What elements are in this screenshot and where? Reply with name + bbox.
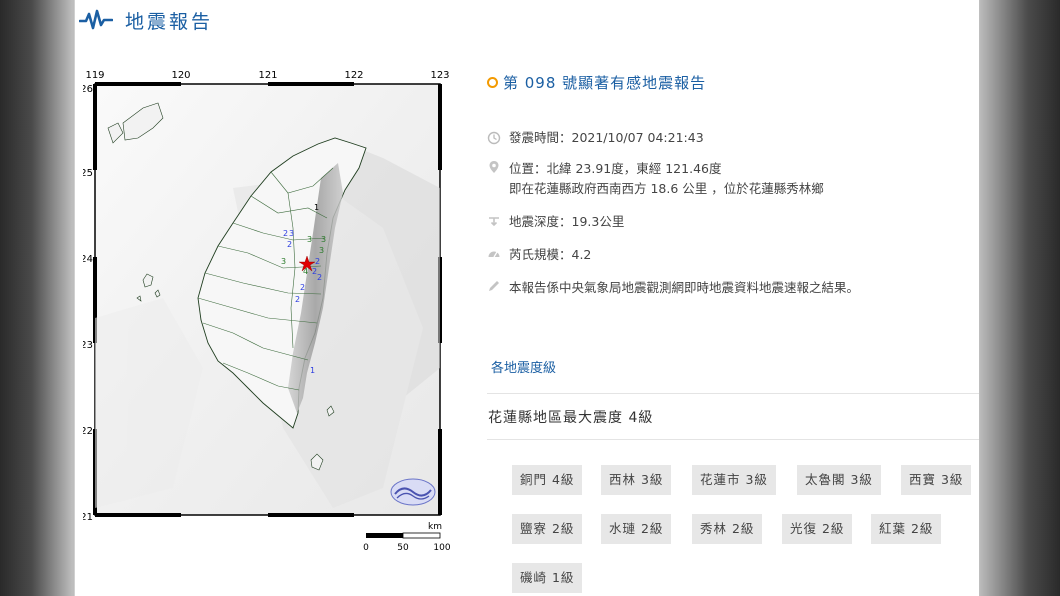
station-tag: 鹽寮 2級	[512, 514, 583, 544]
svg-text:22: 22	[83, 426, 93, 437]
station-tag: 水璉 2級	[601, 514, 672, 544]
report-panel: 第 098 號顯著有感地震報告 發震時間：2021/10/07 04:21:43…	[487, 70, 987, 593]
ring-icon	[487, 76, 498, 88]
magnitude-text: 芮氏規模：4.2	[509, 247, 592, 262]
station-tag: 西林 3級	[601, 465, 672, 495]
station-tag: 秀林 2級	[692, 514, 763, 544]
svg-text:121: 121	[258, 70, 277, 81]
svg-text:21: 21	[83, 512, 93, 523]
station-tag: 紅葉 2級	[871, 514, 942, 544]
svg-text:122: 122	[344, 70, 363, 81]
scale-bar: km 0 50 100	[363, 522, 451, 553]
intensity-marker: 2	[315, 257, 320, 266]
intensity-marker: 3	[307, 235, 312, 244]
intensity-marker: 1	[310, 366, 315, 375]
clock-icon	[487, 131, 501, 145]
earthquake-map[interactable]: 1 2 3 3 3 2 3 2 2 3 2 2 2 1 4 119 120 12…	[83, 68, 459, 558]
station-tag: 光復 2級	[782, 514, 853, 544]
intensity-marker: 3	[281, 257, 286, 266]
report-info: 發震時間：2021/10/07 04:21:43 位置：北緯 23.91度，東經…	[487, 130, 987, 298]
svg-text:50: 50	[397, 543, 409, 553]
page-header: 地震報告	[75, 0, 213, 40]
report-title: 第 098 號顯著有感地震報告	[487, 70, 987, 94]
note-text: 本報告係中央氣象局地震觀測網即時地震資料地震速報之結果。	[509, 280, 860, 295]
svg-text:24: 24	[83, 254, 93, 265]
svg-text:26: 26	[83, 84, 93, 95]
divider	[487, 393, 979, 394]
note-row: 本報告係中央氣象局地震觀測網即時地震資料地震速報之結果。	[487, 278, 987, 298]
depth-icon	[489, 217, 499, 227]
intensity-marker: 2	[317, 273, 322, 282]
magnitude-row: 芮氏規模：4.2	[487, 245, 987, 265]
seismograph-icon	[79, 9, 113, 30]
svg-text:25: 25	[83, 168, 93, 179]
depth-text: 地震深度：19.3公里	[509, 214, 625, 229]
report-page: 地震報告 1 2 3 3 3 2 3 2 2 3 2 2 2 1 4 119 1…	[75, 0, 979, 596]
location-line1: 位置：北緯 23.91度，東經 121.46度	[509, 161, 722, 176]
time-text: 發震時間：2021/10/07 04:21:43	[509, 130, 704, 145]
svg-text:123: 123	[430, 70, 449, 81]
svg-text:100: 100	[433, 543, 450, 553]
station-tag: 銅門 4級	[512, 465, 583, 495]
intensity-marker: 3	[289, 229, 294, 238]
station-tag: 西寶 3級	[901, 465, 972, 495]
intensity-marker: 2	[283, 229, 288, 238]
latitude-labels: 26 25 24 23 22 21	[83, 84, 93, 523]
report-title-text: 第 098 號顯著有感地震報告	[503, 73, 707, 92]
max-intensity-text: 花蓮縣地區最大震度 4級	[488, 410, 654, 426]
pen-icon	[489, 281, 499, 291]
cwb-logo	[390, 478, 436, 506]
depth-row: 地震深度：19.3公里	[487, 212, 987, 232]
location-line2: 即在花蓮縣政府西南西方 18.6 公里 ，位於花蓮縣秀林鄉	[509, 181, 824, 196]
svg-text:120: 120	[171, 70, 190, 81]
intensity-marker: 2	[300, 283, 305, 292]
svg-text:0: 0	[363, 543, 369, 553]
station-tag: 磯崎 1級	[512, 563, 583, 593]
intensity-marker: 1	[314, 203, 319, 212]
page-title: 地震報告	[125, 10, 214, 33]
scale-icon	[488, 251, 500, 258]
intensity-marker: 2	[295, 295, 300, 304]
time-row: 發震時間：2021/10/07 04:21:43	[487, 130, 987, 146]
intensity-levels-link[interactable]: 各地震度級	[491, 357, 556, 376]
longitude-labels: 119 120 121 122 123	[85, 70, 449, 81]
station-tag: 太魯閣 3級	[797, 465, 881, 495]
intensity-marker: 2	[287, 240, 292, 249]
svg-text:119: 119	[85, 70, 104, 81]
location-row: 位置：北緯 23.91度，東經 121.46度 即在花蓮縣政府西南西方 18.6…	[487, 159, 987, 199]
svg-text:23: 23	[83, 340, 93, 351]
intensity-marker: 3	[319, 246, 324, 255]
pin-icon	[489, 161, 499, 173]
station-tag: 花蓮市 3級	[692, 465, 776, 495]
divider	[487, 439, 979, 440]
svg-text:km: km	[428, 522, 442, 532]
intensity-marker: 3	[321, 235, 326, 244]
location-text: 位置：北緯 23.91度，東經 121.46度 即在花蓮縣政府西南西方 18.6…	[509, 159, 824, 199]
